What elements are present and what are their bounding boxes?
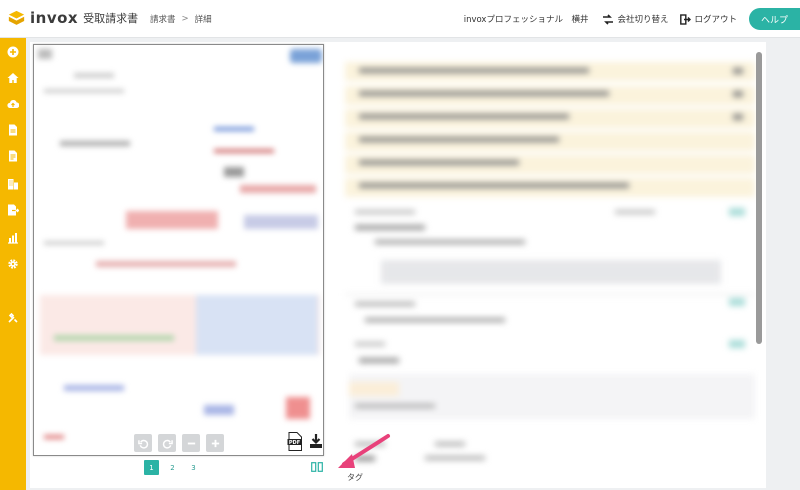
switch-icon <box>603 13 614 25</box>
breadcrumb-detail: 詳細 <box>194 15 212 25</box>
logo-mark-icon <box>8 10 25 25</box>
sidebar <box>0 38 26 490</box>
invoice-detail-panel <box>335 42 765 488</box>
chart-icon[interactable] <box>7 232 19 244</box>
logout-button[interactable]: ログアウト <box>680 13 737 25</box>
header-actions: invoxプロフェッショナル 横井 会社切り替え ログアウト ヘルプ <box>464 0 800 38</box>
page-1-button[interactable]: 1 <box>144 460 159 475</box>
content-area: PDF 1 2 3 タグ <box>30 42 766 488</box>
logout-icon <box>680 13 692 25</box>
scrollbar-thumb[interactable] <box>756 52 762 344</box>
switch-company-button[interactable]: 会社切り替え <box>602 13 668 25</box>
annotation-arrow-icon <box>338 434 390 468</box>
split-view-icon[interactable] <box>311 462 323 472</box>
zoom-in-icon[interactable] <box>206 434 224 452</box>
document-viewer[interactable]: PDF <box>33 44 324 456</box>
page-3-button[interactable]: 3 <box>186 460 201 475</box>
document-alt-icon[interactable] <box>7 150 19 162</box>
breadcrumb-invoices[interactable]: 請求書 <box>150 13 176 25</box>
switch-company-label: 会社切り替え <box>617 15 669 25</box>
tools-icon[interactable] <box>7 312 19 324</box>
plus-circle-icon[interactable] <box>7 46 19 58</box>
app-logo[interactable]: invox 受取請求書 <box>8 9 138 27</box>
invoice-detail-preview <box>335 42 755 482</box>
page-2-button[interactable]: 2 <box>165 460 180 475</box>
page-navigation: 1 2 3 <box>144 460 201 475</box>
gear-icon[interactable] <box>7 258 19 270</box>
detail-scrollbar[interactable] <box>756 52 762 482</box>
document-icon[interactable] <box>7 124 19 136</box>
user-name: invoxプロフェッショナル 横井 <box>463 15 589 25</box>
top-bar: invox 受取請求書 請求書 > 詳細 invoxプロフェッショナル 横井 会… <box>0 0 800 38</box>
download-icon[interactable] <box>309 433 323 449</box>
export-icon[interactable] <box>7 204 19 216</box>
pdf-icon[interactable]: PDF <box>287 432 303 451</box>
cloud-upload-icon[interactable] <box>7 98 19 110</box>
building-icon[interactable] <box>7 178 19 190</box>
rotate-left-icon[interactable] <box>134 434 152 452</box>
breadcrumb: 請求書 > 詳細 <box>150 13 212 25</box>
home-icon[interactable] <box>7 72 19 84</box>
brand-subtitle: 受取請求書 <box>83 12 139 25</box>
logout-label: ログアウト <box>694 15 737 25</box>
brand-name: invox <box>30 9 79 27</box>
zoom-out-icon[interactable] <box>182 434 200 452</box>
document-preview <box>34 45 323 455</box>
rotate-right-icon[interactable] <box>158 434 176 452</box>
svg-text:PDF: PDF <box>289 440 300 446</box>
viewer-toolbar <box>134 434 224 452</box>
help-button[interactable]: ヘルプ <box>748 8 800 30</box>
breadcrumb-separator: > <box>181 14 189 24</box>
